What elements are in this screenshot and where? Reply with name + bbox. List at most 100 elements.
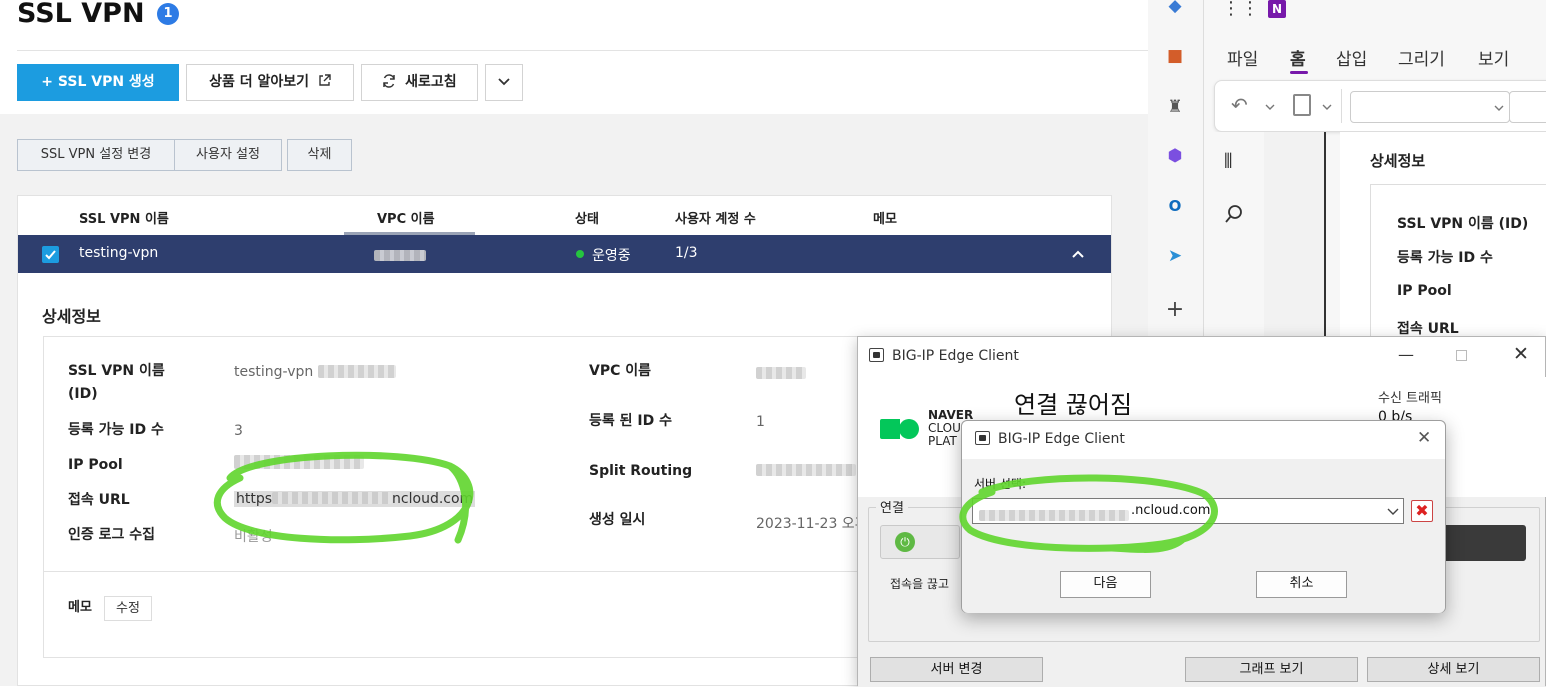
hint-text: 접속을 끊고 bbox=[890, 577, 950, 591]
learn-more-button[interactable]: 상품 더 알아보기 bbox=[186, 64, 354, 101]
refresh-icon bbox=[383, 74, 396, 88]
column-header-memo[interactable]: 메모 bbox=[873, 208, 897, 227]
value-created: 2023-11-23 오후 bbox=[756, 516, 868, 532]
chevron-down-icon[interactable] bbox=[1321, 101, 1333, 113]
next-button[interactable]: 다음 bbox=[1060, 571, 1151, 598]
value-vpn-name: testing-vpn bbox=[234, 364, 396, 380]
value-max-id: 3 bbox=[234, 423, 243, 439]
tag-icon[interactable]: ◆ bbox=[1163, 0, 1187, 18]
label-url: 접속 URL bbox=[68, 492, 130, 508]
ribbon: ↶ bbox=[1214, 80, 1546, 132]
label-auth-log: 인증 로그 수집 bbox=[68, 527, 156, 543]
row-checkbox[interactable] bbox=[42, 246, 59, 263]
bigip-app-icon bbox=[869, 348, 884, 362]
font-select[interactable] bbox=[1350, 91, 1510, 123]
server-change-button[interactable]: 서버 변경 bbox=[870, 657, 1043, 682]
page-header: SSL VPN 1 + SSL VPN 생성 상품 더 알아보기 새로고침 bbox=[0, 0, 1148, 114]
chess-icon[interactable]: ♜ bbox=[1163, 95, 1187, 119]
search-icon[interactable] bbox=[1224, 204, 1244, 224]
chevron-down-icon[interactable] bbox=[1387, 507, 1399, 517]
bigip-titlebar[interactable]: BIG-IP Edge Client — ✕ bbox=[858, 337, 1545, 377]
row-vpc-blurred bbox=[374, 249, 426, 265]
column-header-status[interactable]: 상태 bbox=[575, 208, 599, 227]
power-icon: ⏻ bbox=[895, 532, 915, 552]
font-size-select[interactable] bbox=[1509, 91, 1546, 123]
toolbox-icon[interactable]: ■ bbox=[1163, 44, 1187, 68]
value-vpc-blurred bbox=[756, 367, 806, 383]
minimize-button[interactable]: — bbox=[1398, 345, 1414, 364]
change-settings-button[interactable]: SSL VPN 설정 변경 bbox=[17, 139, 175, 171]
checkmark-icon bbox=[45, 250, 56, 260]
onenote-icon: N bbox=[1268, 0, 1286, 18]
bigip-window-title: BIG-IP Edge Client bbox=[892, 348, 1019, 364]
column-header-accounts[interactable]: 사용자 계정 수 bbox=[675, 208, 756, 227]
page-label-max-id: 등록 가능 ID 수 bbox=[1397, 250, 1493, 266]
value-registered-id: 1 bbox=[756, 414, 765, 430]
memo-edit-button[interactable]: 수정 bbox=[104, 596, 152, 621]
label-ip-pool: IP Pool bbox=[68, 457, 123, 473]
label-created: 생성 일시 bbox=[589, 512, 646, 528]
chevron-up-icon[interactable] bbox=[1071, 247, 1085, 261]
connection-status: 연결 끊어짐 bbox=[1014, 391, 1133, 419]
active-tab-indicator bbox=[1290, 71, 1308, 74]
naver-logo-block bbox=[880, 419, 900, 439]
menu-view[interactable]: 보기 bbox=[1478, 45, 1509, 70]
detail-view-button[interactable]: 상세 보기 bbox=[1367, 657, 1540, 682]
dialog-titlebar[interactable]: BIG-IP Edge Client ✕ bbox=[962, 421, 1445, 459]
connect-button[interactable]: ⏻ bbox=[880, 525, 960, 559]
send-icon[interactable]: ➤ bbox=[1163, 244, 1187, 268]
add-icon[interactable]: + bbox=[1163, 298, 1187, 322]
label-split-routing: Split Routing bbox=[589, 463, 693, 479]
clipboard-icon[interactable] bbox=[1293, 94, 1311, 116]
page-title: SSL VPN bbox=[17, 0, 145, 29]
page-label-name: SSL VPN 이름 (ID) bbox=[1397, 216, 1529, 232]
close-button[interactable]: ✕ bbox=[1513, 343, 1529, 365]
highlight-ellipse-url bbox=[213, 451, 474, 544]
chevron-down-icon bbox=[1494, 105, 1504, 111]
page-detail-title: 상세정보 bbox=[1370, 152, 1426, 170]
bigip-app-icon bbox=[975, 431, 990, 445]
page-content: 상세정보 SSL VPN 이름 (ID) 등록 가능 ID 수 IP Pool … bbox=[1340, 132, 1546, 344]
create-ssl-vpn-button[interactable]: + SSL VPN 생성 bbox=[17, 64, 179, 101]
menu-file[interactable]: 파일 bbox=[1227, 45, 1258, 70]
outlook-icon[interactable]: O bbox=[1163, 194, 1187, 218]
detail-title: 상세정보 bbox=[42, 307, 101, 326]
remove-server-icon[interactable]: ✖ bbox=[1411, 500, 1433, 522]
divider bbox=[17, 50, 1148, 51]
menu-draw[interactable]: 그리기 bbox=[1398, 45, 1445, 70]
delete-button[interactable]: 삭제 bbox=[287, 139, 352, 171]
menu-insert[interactable]: 삽입 bbox=[1336, 45, 1367, 70]
label-max-id: 등록 가능 ID 수 bbox=[68, 422, 164, 438]
page-label-ip-pool: IP Pool bbox=[1397, 283, 1452, 299]
page-detail-box: SSL VPN 이름 (ID) 등록 가능 ID 수 IP Pool 접속 UR… bbox=[1370, 184, 1546, 344]
page-label-url: 접속 URL bbox=[1397, 321, 1459, 337]
refresh-label: 새로고침 bbox=[405, 74, 457, 90]
value-vpn-name-text: testing-vpn bbox=[234, 364, 314, 380]
navigation-pane: ⫴ bbox=[1204, 132, 1264, 342]
highlight-ellipse-server bbox=[959, 474, 1218, 553]
external-link-icon bbox=[319, 74, 331, 86]
divider bbox=[1341, 89, 1342, 123]
cancel-button[interactable]: 취소 bbox=[1256, 571, 1347, 598]
user-settings-button[interactable]: 사용자 설정 bbox=[174, 139, 282, 171]
notebooks-icon[interactable]: ⫴ bbox=[1224, 149, 1232, 173]
more-dropdown-button[interactable] bbox=[485, 64, 523, 101]
maximize-button[interactable] bbox=[1456, 350, 1467, 361]
refresh-button[interactable]: 새로고침 bbox=[361, 64, 478, 101]
column-header-name[interactable]: SSL VPN 이름 bbox=[79, 208, 169, 227]
naver-logo-circle bbox=[899, 419, 919, 439]
column-header-vpc[interactable]: VPC 이름 bbox=[377, 208, 435, 227]
menu-home[interactable]: 홈 bbox=[1290, 45, 1306, 70]
row-accounts: 1/3 bbox=[675, 245, 698, 261]
chevron-down-icon[interactable] bbox=[1264, 101, 1276, 113]
copilot-icon[interactable]: ⬢ bbox=[1163, 144, 1187, 168]
dialog-title: BIG-IP Edge Client bbox=[998, 431, 1125, 447]
traffic-label: 수신 트래픽 bbox=[1378, 391, 1442, 406]
label-memo: 메모 bbox=[68, 600, 92, 615]
chevron-down-icon bbox=[498, 78, 510, 86]
table-row[interactable]: testing-vpn 운영중 1/3 bbox=[18, 235, 1111, 273]
dialog-close-button[interactable]: ✕ bbox=[1417, 428, 1431, 448]
undo-icon[interactable]: ↶ bbox=[1231, 93, 1248, 117]
graph-view-button[interactable]: 그래프 보기 bbox=[1185, 657, 1358, 682]
label-registered-id: 등록 된 ID 수 bbox=[589, 413, 672, 429]
